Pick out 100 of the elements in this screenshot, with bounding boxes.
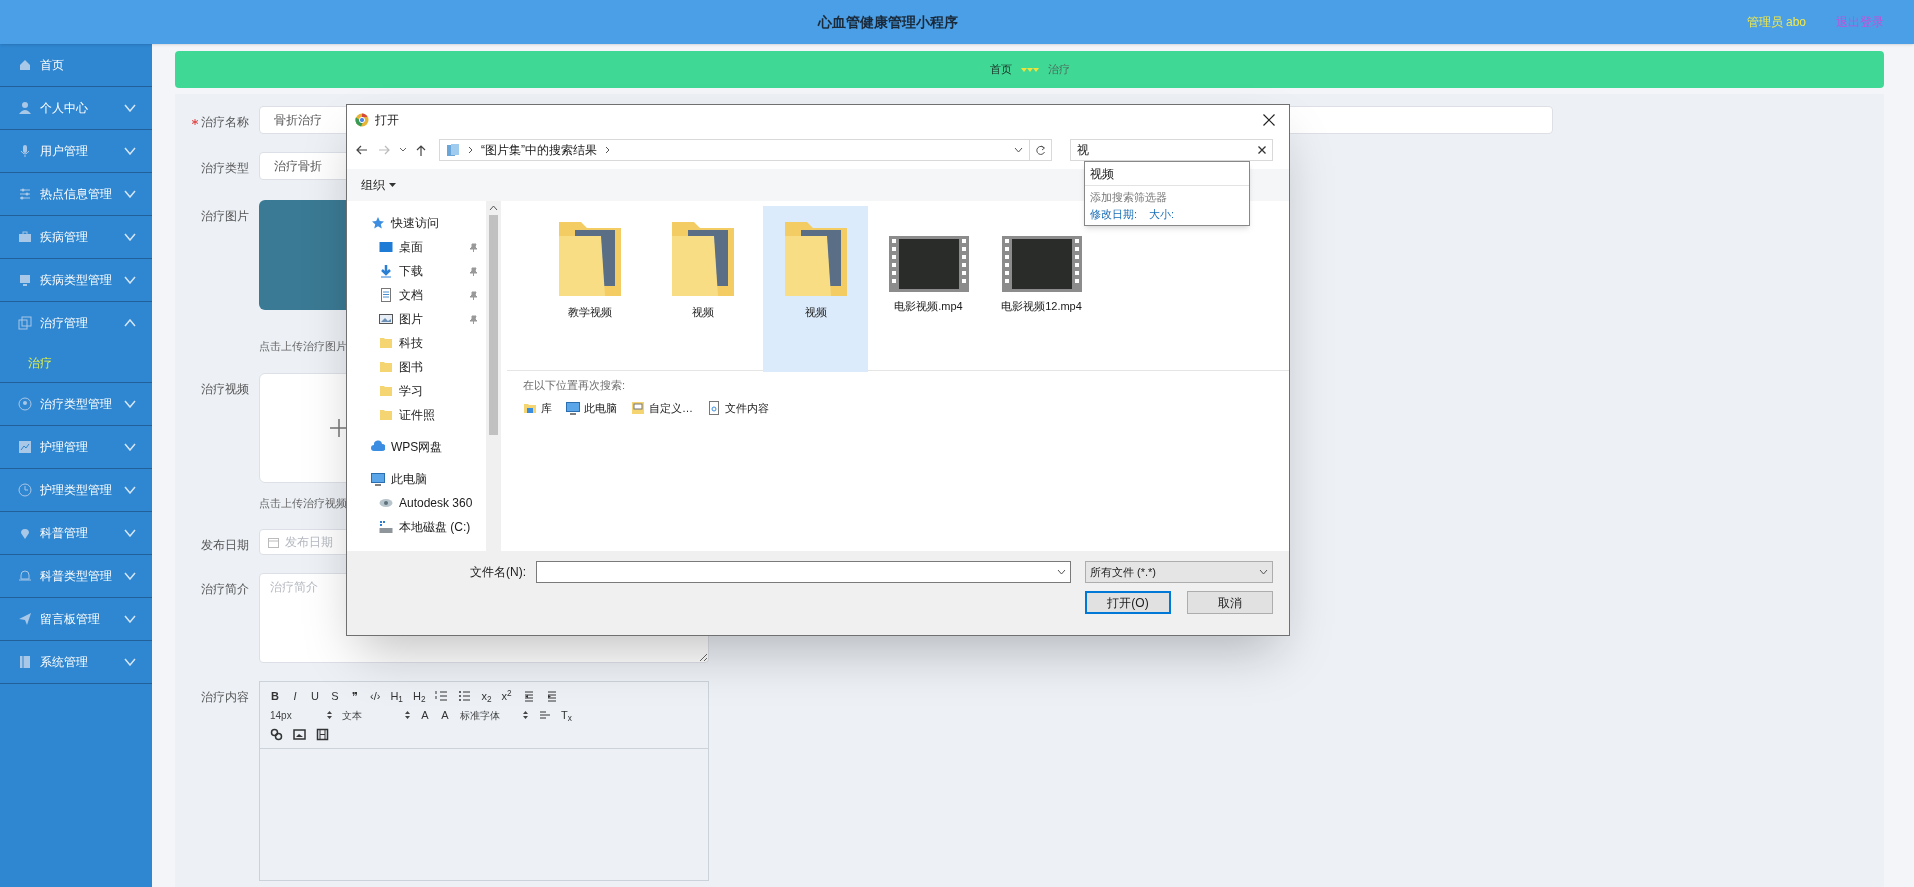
sidebar-menu-item[interactable]: 留言板管理: [0, 598, 152, 640]
sidebar-menu-item[interactable]: 系统管理: [0, 641, 152, 683]
location-pin-icon: [18, 526, 32, 540]
scrollbar[interactable]: [486, 201, 501, 551]
format-button[interactable]: ❞: [350, 687, 360, 705]
file-type-dropdown[interactable]: 所有文件 (*.*): [1085, 561, 1273, 583]
filter-link[interactable]: 修改日期:: [1090, 205, 1138, 222]
ordered-list-icon: [435, 689, 449, 703]
format-button[interactable]: x$_{2}$: [481, 687, 492, 705]
format-button[interactable]: x$^{2}$: [501, 687, 512, 705]
file-name: 视频: [691, 305, 714, 320]
format-button[interactable]: T$_{x}$: [561, 706, 572, 724]
sidebar-menu-item[interactable]: 治疗管理: [0, 302, 152, 344]
sidebar-menu-item[interactable]: 护理管理: [0, 426, 152, 468]
navigation-item[interactable]: 图书: [347, 355, 486, 379]
sidebar-menu-item[interactable]: 疾病管理: [0, 216, 152, 258]
updown-caret-icon: [523, 711, 528, 719]
home-icon: [18, 58, 32, 72]
navigation-item[interactable]: 证件照: [347, 403, 486, 427]
format-button[interactable]: ‹/›: [370, 687, 381, 705]
sidebar-menu-item[interactable]: 个人中心: [0, 87, 152, 129]
scrollbar-thumb[interactable]: [489, 215, 498, 435]
format-dropdown[interactable]: 标准字体: [460, 707, 528, 723]
send-icon: [18, 612, 32, 626]
sidebar-menu-item[interactable]: 热点信息管理: [0, 173, 152, 215]
navigation-item[interactable]: 快速访问: [347, 211, 486, 235]
clear-icon: [1258, 146, 1266, 154]
suggestion-item[interactable]: 视频: [1085, 162, 1249, 186]
disk-drive-icon: [379, 520, 393, 534]
organize-menu[interactable]: 组织: [361, 176, 396, 194]
sidebar-menu-item[interactable]: 用户管理: [0, 130, 152, 172]
search-field[interactable]: 视: [1070, 139, 1273, 161]
bell-icon: [18, 569, 32, 583]
format-button[interactable]: A: [440, 706, 450, 724]
sidebar-menu-item[interactable]: 疾病类型管理: [0, 259, 152, 301]
breadcrumb-item[interactable]: 首页: [989, 61, 1012, 78]
dialog-button[interactable]: 打开(O): [1085, 591, 1171, 614]
filter-link[interactable]: 大小:: [1149, 205, 1175, 222]
file-item[interactable]: 教学视频: [537, 206, 642, 372]
format-button[interactable]: H$_{2}$: [412, 687, 426, 705]
navigation-item[interactable]: 本地磁盘 (C:): [347, 515, 486, 539]
file-item[interactable]: 视频: [763, 206, 868, 372]
back-arrow-icon: [355, 144, 369, 156]
navigation-item[interactable]: 科技: [347, 331, 486, 355]
sidebar-menu-item[interactable]: 科普管理: [0, 512, 152, 554]
library-icon: [446, 143, 460, 157]
upload-hint: 点击上传治疗视频: [259, 495, 347, 511]
navigation-item[interactable]: 图片: [347, 307, 486, 331]
navigation-item[interactable]: 学习: [347, 379, 486, 403]
bullet-list-button[interactable]: [458, 689, 472, 703]
search-location-link[interactable]: 库: [523, 399, 552, 416]
image-button[interactable]: [293, 727, 306, 741]
filename-field[interactable]: [536, 561, 1071, 583]
navigation-item[interactable]: 桌面: [347, 235, 486, 259]
folder-icon: [379, 408, 393, 422]
search-location-link[interactable]: 文件内容: [707, 399, 769, 416]
sliders-icon: [18, 187, 32, 201]
film-button[interactable]: [316, 727, 329, 741]
sidebar-menu-item[interactable]: 首页: [0, 44, 152, 86]
search-location-link[interactable]: 自定义…: [631, 399, 693, 416]
computer-icon: [566, 400, 580, 415]
format-dropdown[interactable]: 文本: [342, 707, 410, 723]
filter-heading: 添加搜索筛选器: [1089, 190, 1168, 205]
format-dropdown[interactable]: 14px: [270, 707, 332, 723]
folder-icon: [379, 336, 393, 350]
ordered-list-button[interactable]: [435, 689, 449, 703]
sidebar-menu-item[interactable]: 护理类型管理: [0, 469, 152, 511]
address-bar[interactable]: “图片集”中的搜索结果: [439, 139, 1030, 161]
required-mark-icon: [192, 119, 198, 125]
back-arrow-button[interactable]: [355, 144, 369, 156]
navigation-item[interactable]: Autodesk 360: [347, 491, 486, 515]
eye-icon: [379, 496, 393, 510]
navigation-item[interactable]: 下载: [347, 259, 486, 283]
file-name: 电影视频.mp4: [894, 299, 963, 314]
format-button[interactable]: U: [310, 687, 320, 705]
search-location-link[interactable]: 此电脑: [566, 399, 617, 416]
format-button[interactable]: I: [290, 687, 300, 705]
file-item[interactable]: 电影视频.mp4: [876, 206, 981, 372]
navigation-item[interactable]: WPS网盘: [347, 435, 486, 459]
format-button[interactable]: H$_{1}$: [390, 687, 403, 705]
chevron-right-icon: [605, 146, 610, 154]
up-arrow-icon: [415, 144, 427, 156]
sidebar-menu-item[interactable]: 治疗类型管理: [0, 383, 152, 425]
dialog-button[interactable]: 取消: [1187, 591, 1273, 614]
field-label: 发布日期: [201, 537, 249, 554]
refresh-button[interactable]: [1030, 139, 1052, 161]
close-icon: [1263, 114, 1275, 126]
computer-icon: [371, 472, 385, 486]
align-button[interactable]: [538, 708, 551, 722]
link-button[interactable]: [270, 727, 283, 741]
sidebar-menu-item[interactable]: 科普类型管理: [0, 555, 152, 597]
navigation-item[interactable]: 此电脑: [347, 467, 486, 491]
align-icon: [538, 708, 551, 722]
format-button[interactable]: A: [420, 706, 430, 724]
format-button[interactable]: S: [330, 687, 340, 705]
up-arrow-button[interactable]: [415, 144, 427, 156]
format-button[interactable]: B: [270, 687, 280, 705]
breadcrumb-item: 治疗: [1047, 62, 1070, 78]
file-item[interactable]: 视频: [650, 206, 755, 372]
navigation-item[interactable]: 文档: [347, 283, 486, 307]
